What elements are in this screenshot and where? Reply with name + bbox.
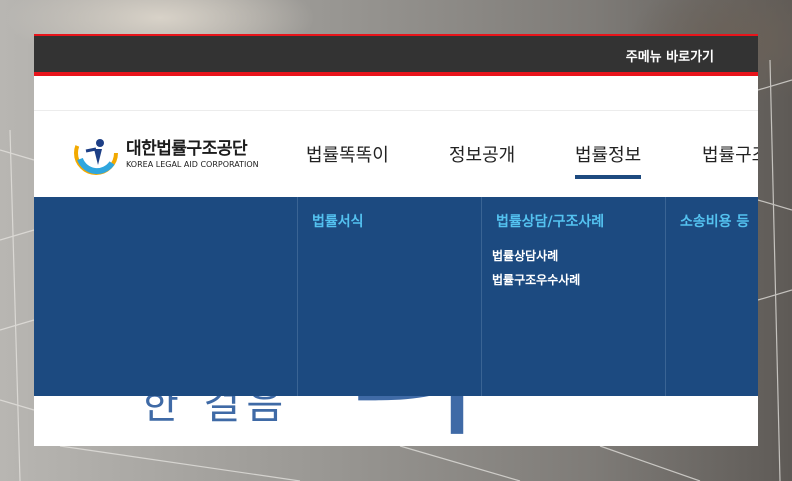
main-navigation: 법률똑똑이 정보공개 법률정보 법률구조 [34, 111, 758, 197]
nav-item-legal-information[interactable]: 법률정보 [575, 141, 642, 179]
mega-menu-dropdown: 법률서식 법률상담/구조사례 법률상담사례 법률구조우수사례 소송비용 등 [34, 197, 758, 396]
menu-link-consultation-cases[interactable]: 법률상담사례 [492, 247, 558, 264]
site-header: 대한법률구조공단 KOREA LEGAL AID CORPORATION 법률똑… [34, 111, 758, 197]
menu-column-consultation-cases: 법률상담/구조사례 법률상담사례 법률구조우수사례 [481, 197, 665, 396]
nav-item-legal-smart[interactable]: 법률똑똑이 [306, 141, 389, 167]
skip-to-main-menu-link[interactable]: 주메뉴 바로가기 [626, 46, 714, 65]
nav-item-legal-aid[interactable]: 법률구조 [702, 141, 758, 167]
nav-item-information-disclosure[interactable]: 정보공개 [449, 141, 515, 167]
menu-link-excellent-aid-cases[interactable]: 법률구조우수사례 [492, 271, 580, 288]
browser-page: 주메뉴 바로가기 대한법률구조공단 KOREA LEGAL AID CORPOR… [34, 34, 758, 446]
menu-column-litigation-costs: 소송비용 등 [665, 197, 758, 396]
menu-heading-legal-forms[interactable]: 법률서식 [312, 211, 364, 231]
top-utility-bar: 주메뉴 바로가기 [34, 34, 758, 76]
menu-heading-litigation-costs[interactable]: 소송비용 등 [680, 211, 749, 231]
menu-column-legal-forms: 법률서식 [297, 197, 481, 396]
utility-strip [34, 76, 758, 111]
menu-heading-consultation-cases[interactable]: 법률상담/구조사례 [496, 211, 604, 231]
